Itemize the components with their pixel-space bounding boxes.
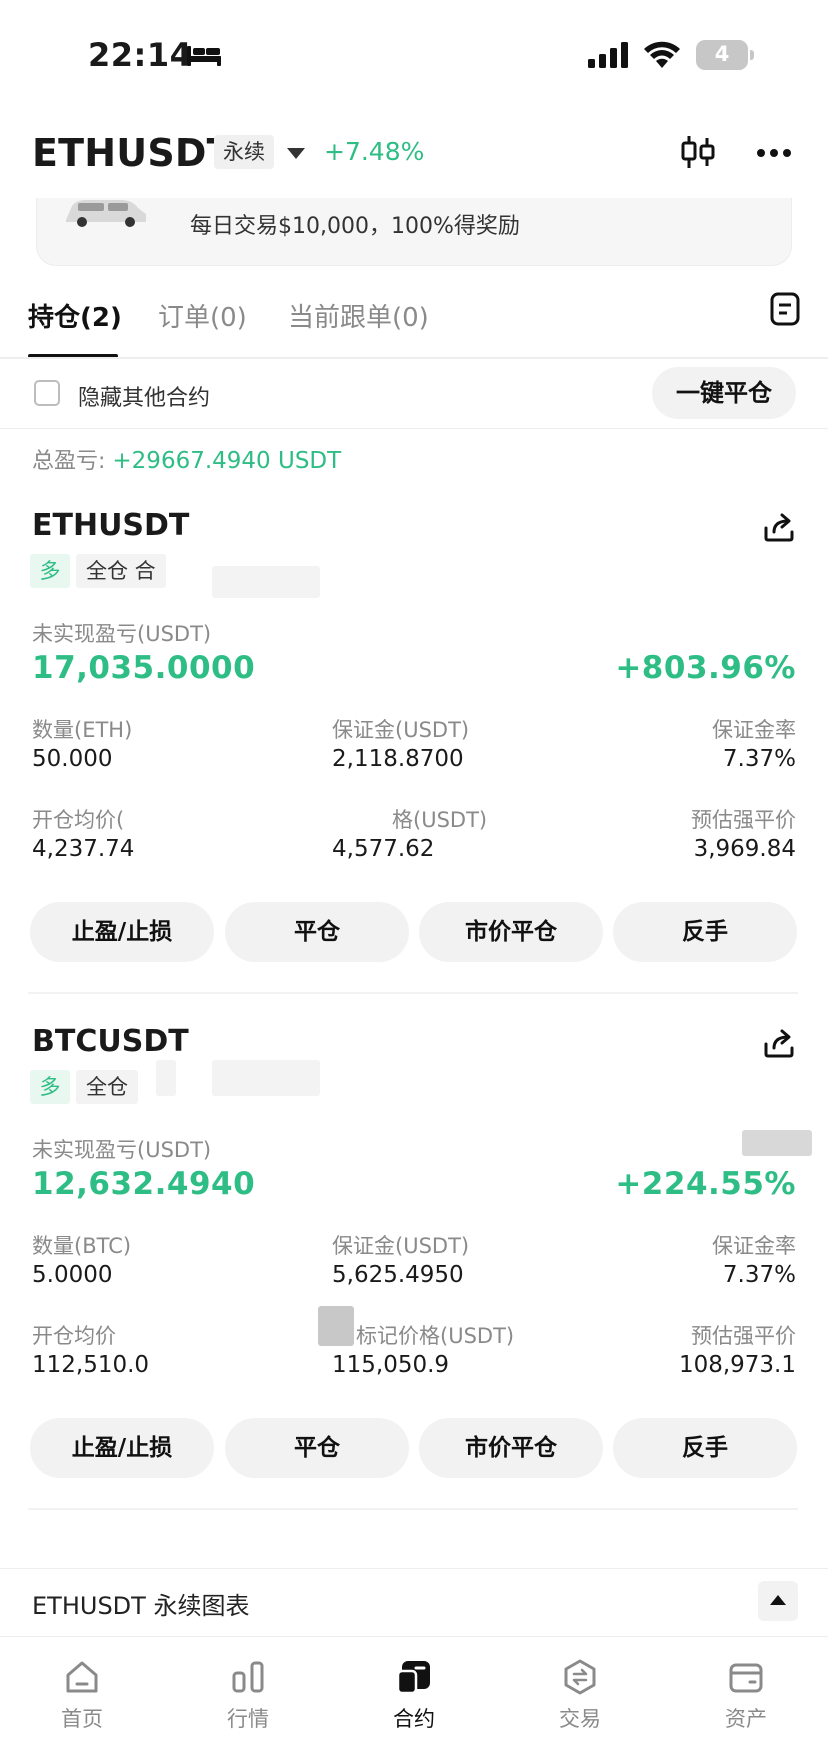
banner-text: 每日交易$10,000，100%得奖励: [190, 214, 520, 239]
sleep-focus-icon: [187, 46, 221, 66]
margin-value: 2,118.8700: [332, 746, 464, 772]
status-time: 22:14: [88, 36, 193, 74]
reverse-position-button[interactable]: 反手: [613, 1418, 797, 1478]
redacted-area: [318, 1306, 354, 1346]
total-pnl-label: 总盈亏:: [32, 449, 113, 474]
entry-price-value: 4,237.74: [32, 836, 135, 862]
mark-price-label: 标记价格(USDT): [356, 1324, 515, 1348]
redacted-area: [742, 1130, 812, 1156]
nav-item-label: 首页: [61, 1707, 103, 1731]
margin-rate-label: 保证金率: [712, 1234, 796, 1258]
margin-mode-tag: 全仓: [76, 1070, 138, 1104]
quantity-value: 50.000: [32, 746, 113, 772]
trade-icon: [564, 1659, 596, 1695]
unrealized-pnl-value: 17,035.0000: [32, 650, 256, 686]
bottom-navigation: 首页 行情 合约 交易 资产: [0, 1636, 828, 1760]
chart-bar-divider: [0, 1568, 828, 1569]
position-symbol: ETHUSDT: [32, 508, 190, 543]
redacted-area: [156, 1060, 176, 1096]
tp-sl-button[interactable]: 止盈/止损: [30, 1418, 214, 1478]
close-position-button[interactable]: 平仓: [225, 902, 409, 962]
nav-item-label: 行情: [227, 1707, 269, 1731]
entry-price-label: 开仓均价: [32, 1324, 116, 1348]
nav-item-label: 资产: [725, 1707, 767, 1731]
nav-item-futures[interactable]: 合约: [354, 1637, 474, 1760]
roe-value: +224.55%: [615, 1166, 796, 1202]
liquidation-price-label: 预估强平价: [691, 808, 796, 832]
price-change: +7.48%: [324, 137, 425, 166]
tabs-divider: [0, 357, 828, 359]
nav-item-assets[interactable]: 资产: [686, 1637, 806, 1760]
chart-panel-title[interactable]: ETHUSDT 永续图表: [32, 1586, 249, 1621]
car-image: [66, 200, 146, 227]
roe-value: +803.96%: [615, 650, 796, 686]
margin-mode-tag: 全仓 合: [76, 554, 166, 588]
tab-orders[interactable]: 订单(0): [158, 297, 247, 334]
expand-chart-button[interactable]: [758, 1581, 798, 1621]
history-document-icon[interactable]: [770, 292, 800, 326]
hide-other-contracts-label: 隐藏其他合约: [78, 386, 211, 411]
margin-rate-label: 保证金率: [712, 718, 796, 742]
total-pnl-value: +29667.4940 USDT: [112, 448, 342, 474]
unrealized-pnl-label: 未实现盈亏(USDT): [32, 1138, 212, 1162]
entry-price-label: 开仓均价(: [32, 808, 125, 832]
margin-label: 保证金(USDT): [332, 718, 470, 742]
filter-divider: [0, 428, 828, 429]
margin-rate-value: 7.37%: [722, 746, 796, 772]
close-position-button[interactable]: 平仓: [225, 1418, 409, 1478]
wifi-icon: [644, 41, 680, 68]
tab-positions[interactable]: 持仓(2): [28, 297, 122, 334]
market-icon: [232, 1661, 264, 1693]
candlestick-chart-icon[interactable]: [680, 134, 716, 170]
cellular-signal-icon: [588, 42, 628, 68]
home-icon: [66, 1661, 98, 1693]
page-title[interactable]: ETHUSDT: [32, 131, 233, 175]
quantity-label: 数量(BTC): [32, 1234, 132, 1258]
close-all-button[interactable]: 一键平仓: [652, 367, 796, 419]
wallet-icon: [729, 1663, 763, 1693]
side-long-tag: 多: [30, 1070, 70, 1104]
margin-label: 保证金(USDT): [332, 1234, 470, 1258]
tab-copy-trades[interactable]: 当前跟单(0): [288, 297, 429, 334]
nav-item-home[interactable]: 首页: [22, 1637, 142, 1760]
card-divider: [28, 1508, 798, 1510]
share-icon[interactable]: [762, 510, 796, 544]
liquidation-price-label: 预估强平价: [691, 1324, 796, 1348]
quantity-value: 5.0000: [32, 1262, 113, 1288]
market-close-button[interactable]: 市价平仓: [419, 1418, 603, 1478]
nav-item-trade[interactable]: 交易: [520, 1637, 640, 1760]
entry-price-value: 112,510.0: [32, 1352, 150, 1378]
nav-item-label: 交易: [559, 1707, 601, 1731]
battery-icon: 4: [696, 40, 754, 70]
liquidation-price-value: 108,973.1: [678, 1352, 796, 1378]
unrealized-pnl-value: 12,632.4940: [32, 1166, 256, 1202]
margin-value: 5,625.4950: [332, 1262, 464, 1288]
battery-level: 4: [714, 42, 730, 66]
total-pnl: 总盈亏: +29667.4940 USDT: [32, 443, 341, 475]
symbol-dropdown-icon[interactable]: [287, 148, 305, 159]
liquidation-price-value: 3,969.84: [693, 836, 796, 862]
more-icon[interactable]: [756, 148, 792, 158]
position-symbol: BTCUSDT: [32, 1024, 189, 1059]
side-long-tag: 多: [30, 554, 70, 588]
mark-price-value: 4,577.62: [332, 836, 435, 862]
nav-item-label: 合约: [393, 1707, 435, 1731]
hide-other-contracts-checkbox[interactable]: [34, 380, 60, 406]
mark-price-label: 格(USDT): [392, 808, 488, 832]
redacted-area: [212, 566, 320, 598]
reverse-position-button[interactable]: 反手: [613, 902, 797, 962]
share-icon[interactable]: [762, 1026, 796, 1060]
tp-sl-button[interactable]: 止盈/止损: [30, 902, 214, 962]
perpetual-tag: 永续: [214, 135, 274, 169]
mark-price-value: 115,050.9: [332, 1352, 450, 1378]
futures-icon: [396, 1661, 430, 1695]
redacted-area: [212, 1060, 320, 1096]
nav-item-market[interactable]: 行情: [188, 1637, 308, 1760]
margin-rate-value: 7.37%: [722, 1262, 796, 1288]
quantity-label: 数量(ETH): [32, 718, 133, 742]
unrealized-pnl-label: 未实现盈亏(USDT): [32, 622, 212, 646]
market-close-button[interactable]: 市价平仓: [419, 902, 603, 962]
card-divider: [28, 992, 798, 994]
